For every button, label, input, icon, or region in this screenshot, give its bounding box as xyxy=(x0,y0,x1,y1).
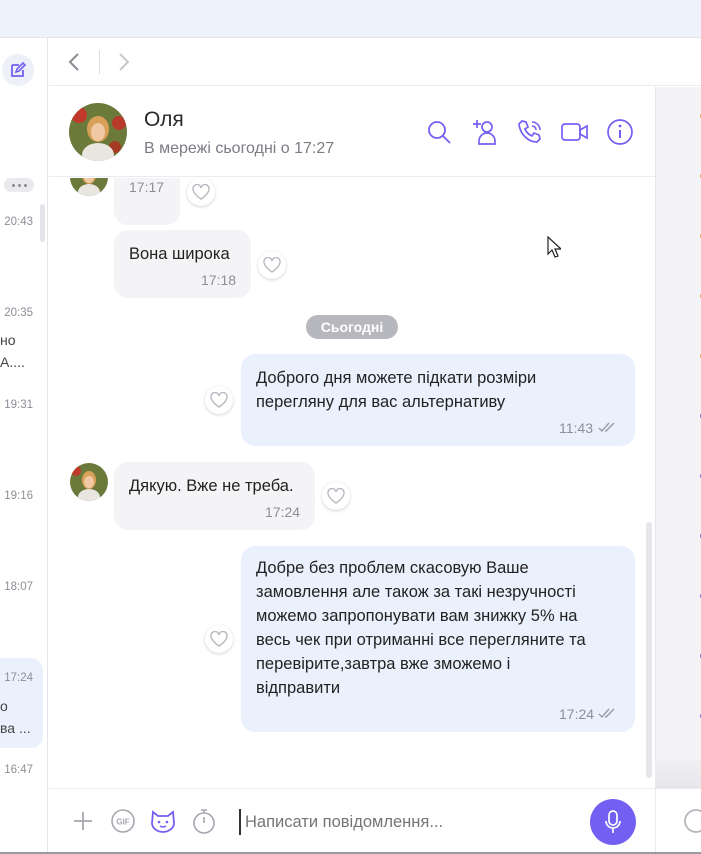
message-text: Дякую. Вже не треба. xyxy=(129,477,294,495)
chat-time: 20:35 xyxy=(4,307,33,319)
nav-divider xyxy=(99,50,100,74)
message-line: можемо запропонувати вам знижку 5% на xyxy=(256,607,578,625)
chat-header: Оля В мережі сьогодні о 17:27 xyxy=(49,87,655,177)
window-top-bar xyxy=(0,0,701,38)
attach-button[interactable] xyxy=(68,806,98,836)
plus-icon xyxy=(74,812,92,830)
avatar[interactable] xyxy=(69,103,127,161)
compose-button[interactable] xyxy=(2,54,34,86)
message-time: 17:24 xyxy=(559,706,595,722)
message-list[interactable]: Ні 17:17 Вона широка 17:18 Доброго дня м… xyxy=(49,178,655,787)
chat-time: 20:43 xyxy=(4,216,33,228)
read-ticks-icon xyxy=(598,422,615,433)
gif-icon: GIF xyxy=(111,809,135,833)
search-icon xyxy=(428,121,451,144)
chat-time: 19:31 xyxy=(4,399,33,411)
message-list-scrollbar[interactable] xyxy=(646,522,652,778)
incoming-message[interactable]: Вона широка 17:18 xyxy=(114,230,251,298)
search-button[interactable] xyxy=(424,117,454,147)
message-time: 11:43 xyxy=(559,420,593,436)
back-icon xyxy=(68,53,79,71)
heart-icon xyxy=(327,488,345,504)
heart-icon xyxy=(210,392,228,408)
timer-button[interactable] xyxy=(189,806,219,836)
gif-button[interactable]: GIF xyxy=(108,806,138,836)
chat-preview: ва ... xyxy=(0,720,31,736)
message-line: весь чек при отриманні все перегляните т… xyxy=(256,631,586,649)
call-button[interactable] xyxy=(515,117,545,147)
message-time: 17:18 xyxy=(201,272,237,288)
message-text: Вона широка xyxy=(129,245,230,263)
circle-icon xyxy=(684,809,701,833)
like-button[interactable] xyxy=(187,178,215,206)
like-button[interactable] xyxy=(322,482,350,510)
message-line: відправити xyxy=(256,679,341,697)
sticker-icon xyxy=(151,810,175,833)
sticker-button[interactable] xyxy=(148,806,178,836)
avatar xyxy=(70,463,108,501)
contact-name: Оля xyxy=(144,108,184,131)
add-participant-icon xyxy=(473,120,496,145)
chat-preview: А.... xyxy=(0,354,25,370)
right-panel-fade xyxy=(655,760,701,788)
chat-time: 19:16 xyxy=(4,490,33,502)
compose-icon xyxy=(11,62,26,77)
incoming-message[interactable]: Дякую. Вже не треба. 17:24 xyxy=(114,462,315,530)
message-line: замовлення але також за такі незручності xyxy=(256,583,576,601)
voice-message-button[interactable] xyxy=(590,799,636,845)
right-info-panel xyxy=(655,87,701,787)
message-input[interactable] xyxy=(239,809,579,835)
mouse-cursor-icon xyxy=(547,236,561,258)
read-ticks-icon xyxy=(598,708,615,719)
like-button[interactable] xyxy=(258,251,286,279)
chat-time: 16:47 xyxy=(4,764,33,776)
right-panel-footer xyxy=(655,788,701,854)
chat-list-panel: 20:43 20:35 но А.... 19:31 19:16 18:07 1… xyxy=(0,38,48,854)
video-call-icon xyxy=(561,123,588,141)
navigation-bar xyxy=(49,38,701,86)
date-separator: Сьогодні xyxy=(306,315,398,339)
add-participant-button[interactable] xyxy=(470,117,500,147)
contact-status: В мережі сьогодні о 17:27 xyxy=(144,140,335,157)
chat-preview: но xyxy=(0,332,16,348)
info-button[interactable] xyxy=(605,117,635,147)
info-icon xyxy=(607,119,633,145)
outgoing-message[interactable]: Добре без проблем скасовую Ваше замовлен… xyxy=(241,546,635,732)
microphone-icon xyxy=(605,810,621,833)
video-call-button[interactable] xyxy=(560,117,590,147)
chat-time: 18:07 xyxy=(4,581,33,593)
chat-list-scrollbar[interactable] xyxy=(40,204,45,242)
timer-icon xyxy=(193,809,215,834)
incoming-message[interactable]: Ні 17:17 xyxy=(114,178,180,225)
forward-icon xyxy=(119,53,130,71)
heart-icon xyxy=(263,257,281,273)
message-composer: GIF xyxy=(49,788,655,854)
svg-text:GIF: GIF xyxy=(116,818,129,827)
back-button[interactable] xyxy=(67,51,81,73)
outgoing-message[interactable]: Доброго дня можете підкати розміри перег… xyxy=(241,354,635,446)
message-line: Доброго дня можете підкати розміри xyxy=(256,369,537,387)
call-icon xyxy=(518,120,541,143)
like-button[interactable] xyxy=(205,625,233,653)
heart-icon xyxy=(210,631,228,647)
like-button[interactable] xyxy=(205,386,233,414)
more-options-button[interactable] xyxy=(4,178,34,192)
message-time: 17:24 xyxy=(265,504,301,520)
avatar xyxy=(70,178,108,196)
message-line: Добре без проблем скасовую Ваше xyxy=(256,559,529,577)
chat-time: 17:24 xyxy=(4,672,33,684)
message-line: перегляну для вас альтернативу xyxy=(256,393,506,411)
forward-button[interactable] xyxy=(117,51,131,73)
message-line: перевірите,завтра вже зможемо і xyxy=(256,655,511,673)
chat-preview: о xyxy=(0,698,8,714)
message-time: 17:17 xyxy=(129,179,165,195)
heart-icon xyxy=(192,184,210,200)
